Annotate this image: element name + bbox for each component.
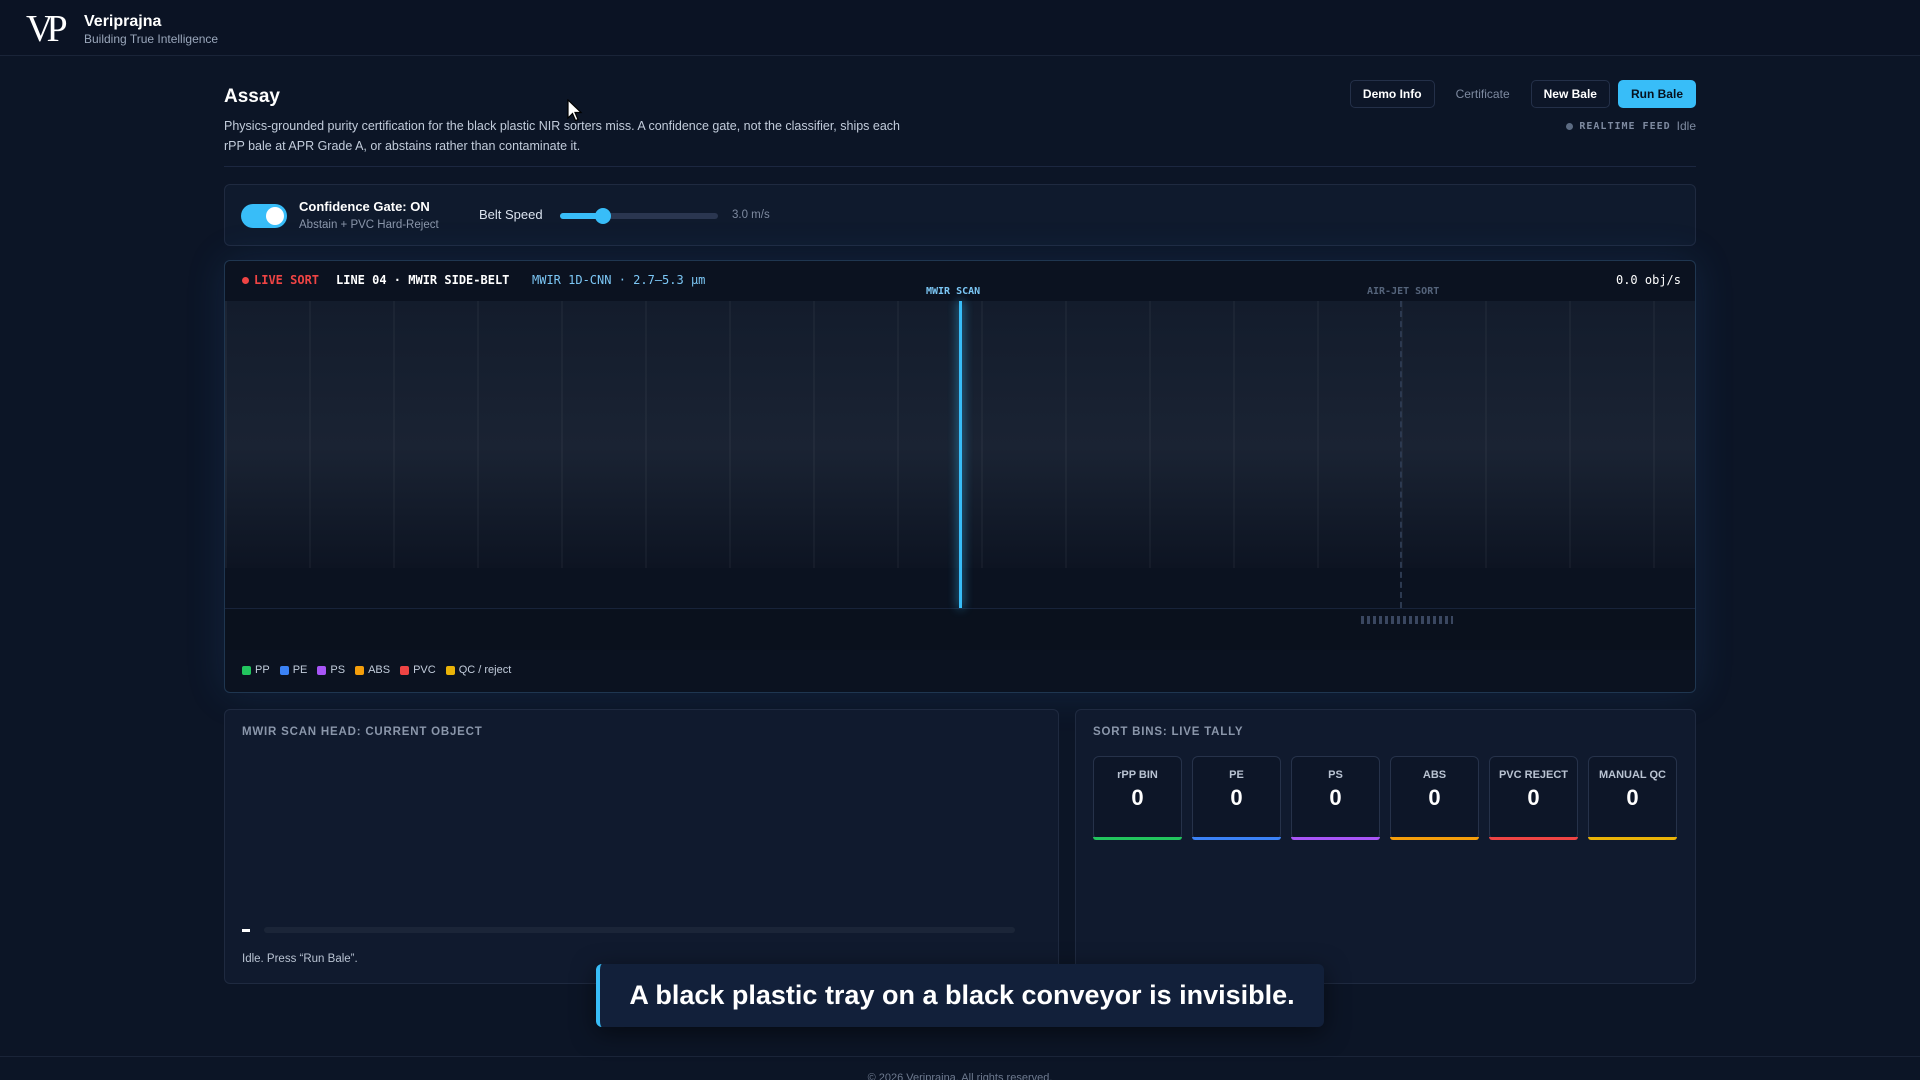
progress-marker [242,929,250,932]
bin-ps: PS 0 [1291,756,1380,840]
legend-item-pvc: PVC [400,664,436,676]
bin-rpp: rPP BIN 0 [1093,756,1182,840]
bin-pe: PE 0 [1192,756,1281,840]
legend-item-ps: PS [317,664,345,676]
confidence-gate-subtitle: Abstain + PVC Hard-Reject [299,219,439,231]
bin-count: 0 [1329,785,1342,810]
belt-speed-label: Belt Speed [479,207,543,222]
feed-label: REALTIME FEED [1579,120,1671,132]
legend-label: QC / reject [458,664,512,676]
belt-speed-slider[interactable] [560,208,718,224]
legend-label: PE [292,664,308,676]
controls-panel: Confidence Gate: ON Abstain + PVC Hard-R… [224,184,1696,246]
brand[interactable]: VP Veriprajna Building True Intelligence [26,9,218,49]
confidence-gate-toggle[interactable] [241,204,287,228]
bin-count: 0 [1131,785,1144,810]
abs-swatch-icon [355,665,365,675]
bin-count: 0 [1428,785,1441,810]
live-indicator-icon [242,277,249,284]
scan-progress-bar [264,927,1015,933]
bin-color-bar [1390,837,1479,840]
mouse-cursor-icon [567,99,583,122]
bin-label: rPP BIN [1117,769,1158,781]
scan-status-text: Idle. Press “Run Bale”. [242,953,358,965]
sort-bins-panel: SORT BINS: LIVE TALLY rPP BIN 0 PE 0 PS 0 A… [1075,709,1696,984]
legend-item-pp: PP [242,664,270,676]
bin-label: PVC REJECT [1498,769,1569,781]
legend-item-abs: ABS [355,664,390,676]
material-legend: PP PE PS ABS PVC QC / reject [242,664,511,676]
bin-manual-qc: MANUAL QC 0 [1588,756,1677,840]
toggle-knob [266,207,284,225]
legend-item-pe: PE [279,664,308,676]
run-bale-button[interactable]: Run Bale [1617,80,1696,108]
slider-thumb[interactable] [594,208,611,224]
legend-item-qc: QC / reject [445,664,512,676]
live-sort-label: LIVE SORT [254,273,320,287]
air-jet-nozzles-icon [1361,616,1453,624]
demo-info-button[interactable]: Demo Info [1349,80,1435,108]
object-rate: 0.0 obj/s [1615,273,1681,287]
confidence-gate-label: Confidence Gate: ON [299,199,430,214]
bin-color-bar [1192,837,1281,840]
legend-label: ABS [368,664,391,676]
footer-copyright: © 2026 Veriprajna. All rights reserved. [867,1072,1053,1080]
legend-label: PVC [413,664,436,676]
sort-bins-title: SORT BINS: LIVE TALLY [1093,726,1244,738]
bin-abs: ABS 0 [1390,756,1479,840]
caption-banner: A black plastic tray on a black conveyor… [596,964,1324,1027]
ps-swatch-icon [317,665,327,675]
scan-head-title: MWIR SCAN HEAD: CURRENT OBJECT [242,726,483,738]
bin-label: PE [1229,769,1244,781]
brand-name: Veriprajna [84,12,162,30]
bin-pvc-reject: PVC REJECT 0 [1489,756,1578,840]
footer-divider [0,1056,1920,1057]
header-divider [224,166,1696,167]
certificate-button[interactable]: Certificate [1443,80,1523,108]
feed-status: Idle [1676,119,1696,133]
belt-speed-value: 3.0 m/s [732,209,770,221]
bin-color-bar [1093,837,1182,840]
model-label: MWIR 1D-CNN · 2.7–5.3 µm [532,273,706,287]
bin-label: MANUAL QC [1598,769,1666,781]
bin-count: 0 [1626,785,1639,810]
bin-label: PS [1328,769,1343,781]
bin-color-bar [1489,837,1578,840]
legend-label: PS [330,664,346,676]
realtime-feed-status: REALTIME FEED Idle [1566,119,1696,133]
bin-label: ABS [1422,769,1447,781]
bin-count: 0 [1527,785,1540,810]
brand-text: Veriprajna Building True Intelligence [84,12,218,47]
mwir-scan-line [959,301,962,608]
pe-swatch-icon [279,665,289,675]
line-label: LINE 04 · MWIR SIDE-BELT [336,273,510,287]
bin-color-bar [1588,837,1677,840]
pp-swatch-icon [242,665,251,675]
air-jet-label: AIR-JET SORT [1367,286,1440,297]
brand-logo: VP [26,8,68,50]
feed-status-dot-icon [1566,122,1574,130]
pvc-swatch-icon [400,665,410,675]
legend-label: PP [255,664,270,676]
air-jet-line [1400,301,1402,608]
new-bale-button[interactable]: New Bale [1530,80,1610,108]
qc-swatch-icon [445,665,455,675]
sort-bins: rPP BIN 0 PE 0 PS 0 ABS 0 PVC REJECT 0 MANUAL… [1093,756,1677,840]
conveyor-view: LIVE SORT LINE 04 · MWIR SIDE-BELT MWIR … [224,260,1696,693]
action-buttons: Demo Info Certificate New Bale Run Bale [1349,80,1696,108]
top-bar: VP Veriprajna Building True Intelligence [0,0,1920,56]
bin-color-bar [1291,837,1380,840]
brand-tagline: Building True Intelligence [84,31,219,46]
belt-underside [225,608,1695,650]
bin-count: 0 [1230,785,1243,810]
page-title: Assay [224,86,280,107]
mwir-scan-label: MWIR SCAN [926,286,981,297]
scan-head-panel: MWIR SCAN HEAD: CURRENT OBJECT Idle. Pre… [224,709,1059,984]
